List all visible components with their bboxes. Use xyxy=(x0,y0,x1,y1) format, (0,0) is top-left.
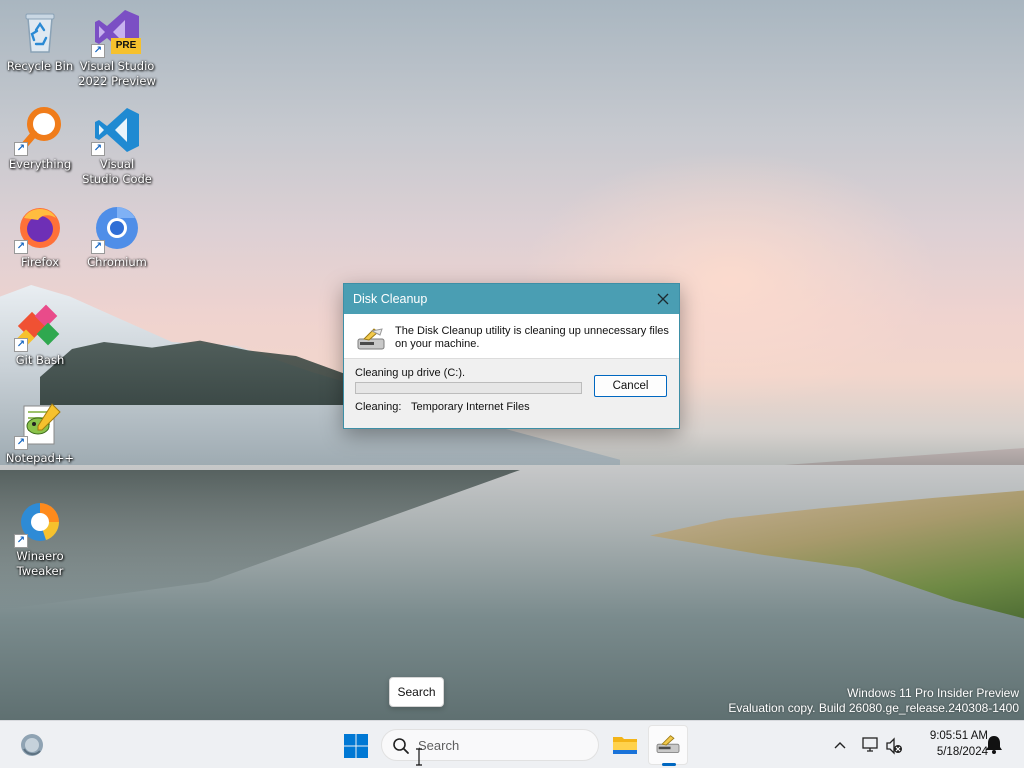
cleaning-item: Temporary Internet Files xyxy=(411,401,530,413)
desktop-icon-recycle-bin[interactable]: Recycle Bin xyxy=(0,8,80,74)
shortcut-arrow-icon: ↗ xyxy=(14,338,28,352)
dialog-title: Disk Cleanup xyxy=(353,292,428,306)
shortcut-arrow-icon: ↗ xyxy=(91,44,105,58)
windows-watermark: Windows 11 Pro Insider Preview Evaluatio… xyxy=(728,686,1019,716)
desktop-icon-chromium[interactable]: ↗ Chromium xyxy=(77,204,157,270)
start-button[interactable] xyxy=(342,732,370,760)
desktop-icon-label: Everything xyxy=(8,157,72,171)
shortcut-arrow-icon: ↗ xyxy=(91,240,105,254)
taskbar: Search 9:05:51 AM 5/18/2024 xyxy=(0,720,1024,768)
taskbar-app-disk-cleanup[interactable] xyxy=(648,725,688,766)
bell-icon xyxy=(986,736,1002,754)
disk-cleanup-icon xyxy=(656,735,680,754)
disk-cleanup-dialog: Disk Cleanup The Disk Cleanup utility is… xyxy=(343,283,680,429)
widgets-icon xyxy=(21,734,43,756)
desktop-icon-firefox[interactable]: ↗ Firefox xyxy=(0,204,80,270)
notifications-button[interactable] xyxy=(985,734,1007,756)
desktop-icon-notepad-plus-plus[interactable]: ↗ Notepad++ xyxy=(0,400,80,466)
clock-date: 5/18/2024 xyxy=(936,746,988,758)
desktop-icon-git-bash[interactable]: ↗ Git Bash xyxy=(0,302,80,368)
drive-label: Cleaning up drive (C:). xyxy=(355,367,466,379)
git-bash-icon: ↗ xyxy=(14,302,64,352)
show-hidden-icons-button[interactable] xyxy=(829,733,851,757)
desktop-icon-winaero-tweaker[interactable]: ↗ Winaero Tweaker xyxy=(0,498,80,579)
desktop-icon-label: Recycle Bin xyxy=(6,59,74,73)
desktop-icon-label: Visual Studio 2022 Preview xyxy=(78,59,156,88)
preview-badge: PRE xyxy=(111,38,141,54)
watermark-edition: Windows 11 Pro Insider Preview xyxy=(847,686,1019,700)
volume-muted-icon xyxy=(886,737,902,755)
search-tooltip: Search xyxy=(389,677,444,707)
network-icon xyxy=(862,737,878,752)
shortcut-arrow-icon: ↗ xyxy=(91,142,105,156)
chevron-up-icon xyxy=(834,742,846,749)
winaero-tweaker-icon: ↗ xyxy=(14,498,64,548)
recycle-bin-icon xyxy=(16,8,64,56)
desktop-icon-visual-studio[interactable]: PRE ↗ Visual Studio 2022 Preview xyxy=(77,8,157,89)
search-placeholder: Search xyxy=(418,738,460,753)
cleaning-label: Cleaning: xyxy=(355,401,402,413)
taskbar-app-file-explorer[interactable] xyxy=(605,725,645,765)
visual-studio-icon: PRE ↗ xyxy=(91,8,141,58)
firefox-icon: ↗ xyxy=(14,204,64,254)
vscode-icon: ↗ xyxy=(91,106,141,156)
watermark-build: Evaluation copy. Build 26080.ge_release.… xyxy=(728,701,1019,715)
shortcut-arrow-icon: ↗ xyxy=(14,240,28,254)
desktop-icon-vscode[interactable]: ↗ Visual Studio Code xyxy=(77,106,157,187)
shortcut-arrow-icon: ↗ xyxy=(14,436,28,450)
dialog-body: Cleaning up drive (C:). Cancel Cleaning:… xyxy=(344,359,679,428)
desktop-icon-label: Firefox xyxy=(20,255,60,269)
taskbar-search-box[interactable]: Search xyxy=(381,729,599,761)
dialog-message-area: The Disk Cleanup utility is cleaning up … xyxy=(344,314,679,359)
shortcut-arrow-icon: ↗ xyxy=(14,534,28,548)
text-cursor-icon xyxy=(416,748,422,766)
close-button[interactable] xyxy=(647,284,679,314)
dialog-title-bar[interactable]: Disk Cleanup xyxy=(344,284,679,314)
dialog-message: The Disk Cleanup utility is cleaning up … xyxy=(395,325,669,350)
desktop-icon-label: Notepad++ xyxy=(5,451,75,465)
search-icon xyxy=(393,738,409,754)
widgets-button[interactable] xyxy=(18,731,46,759)
taskbar-clock[interactable]: 9:05:51 AM 5/18/2024 xyxy=(912,728,988,760)
cancel-button[interactable]: Cancel xyxy=(594,375,667,397)
disk-cleanup-icon xyxy=(357,328,385,350)
desktop-icon-label: Chromium xyxy=(87,255,147,269)
chromium-icon: ↗ xyxy=(91,204,141,254)
desktop-icon-label: Visual Studio Code xyxy=(82,157,152,186)
desktop-icon-label: Git Bash xyxy=(15,353,65,367)
active-app-indicator xyxy=(662,763,676,766)
file-explorer-icon xyxy=(613,737,637,754)
wallpaper-forest xyxy=(40,340,360,405)
desktop-icon-everything[interactable]: ↗ Everything xyxy=(0,106,80,172)
close-icon xyxy=(657,293,669,305)
shortcut-arrow-icon: ↗ xyxy=(14,142,28,156)
desktop-icon-label: Winaero Tweaker xyxy=(16,549,64,578)
cleanup-progress-bar xyxy=(355,382,582,394)
clock-time: 9:05:51 AM xyxy=(929,730,988,742)
everything-search-icon: ↗ xyxy=(14,106,64,156)
notepad-plus-plus-icon: ↗ xyxy=(14,400,64,450)
windows-logo-icon xyxy=(344,734,368,758)
network-volume-tray[interactable] xyxy=(858,733,908,757)
